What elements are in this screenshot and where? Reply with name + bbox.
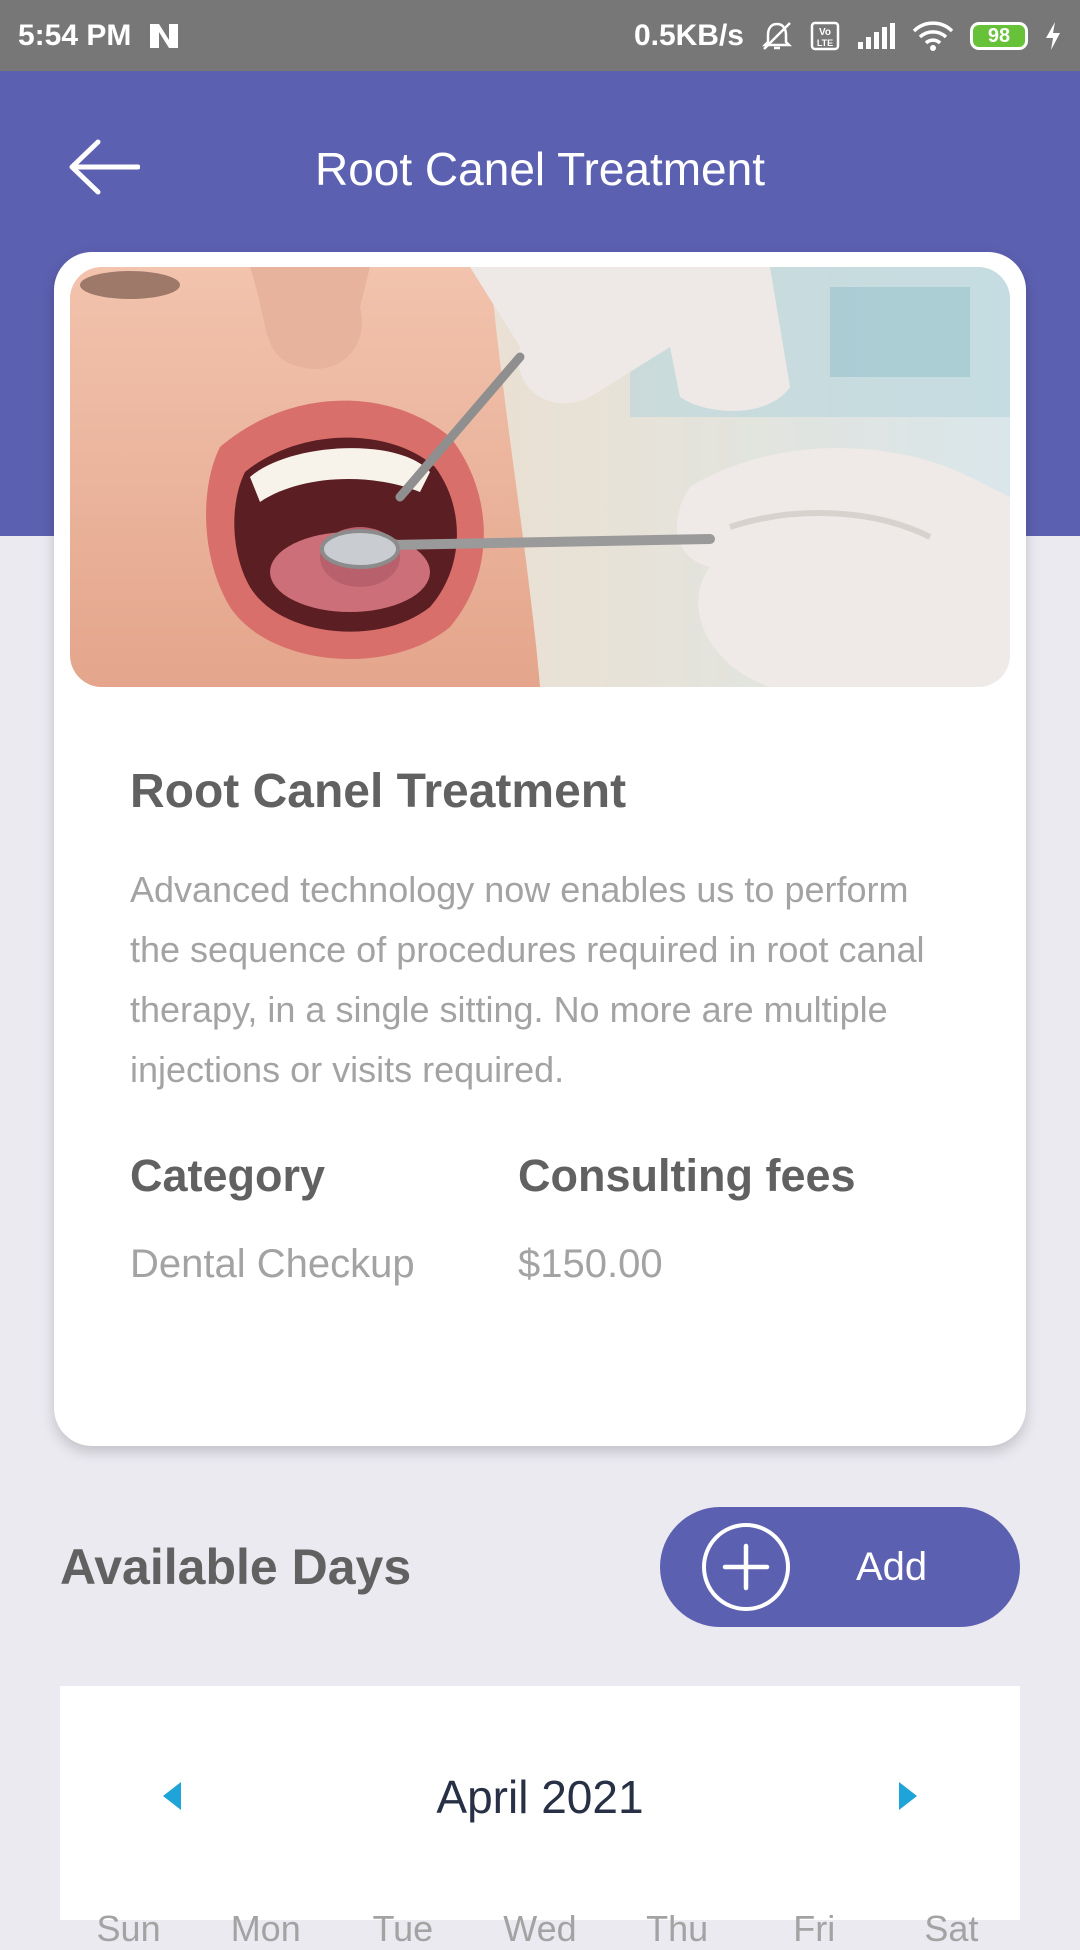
back-button[interactable]: [66, 131, 142, 207]
n-logo-icon: [147, 21, 181, 51]
calendar-prev-button[interactable]: [142, 1768, 202, 1828]
service-image: [70, 267, 1010, 687]
weekday-header: Sun Mon Tue Wed Thu Fri Sat: [60, 1908, 1020, 1950]
mute-icon: [760, 20, 794, 52]
arrow-left-icon: [68, 139, 141, 200]
service-card: Root Canel Treatment Advanced technology…: [54, 252, 1026, 1446]
charging-icon: [1044, 21, 1062, 51]
fees-value: $150.00: [518, 1242, 663, 1286]
category-label: Category: [130, 1150, 326, 1201]
triangle-right-icon: [897, 1780, 919, 1817]
svg-text:LTE: LTE: [817, 38, 833, 48]
status-bar: 5:54 PM 0.5KB/s Vo LTE 98: [0, 0, 1080, 71]
add-button-label: Add: [856, 1544, 928, 1589]
triangle-left-icon: [161, 1780, 183, 1817]
page-title: Root Canel Treatment: [314, 143, 765, 195]
add-day-button[interactable]: Add: [660, 1507, 1020, 1627]
network-speed: 0.5KB/s: [633, 18, 744, 52]
weekday-mon: Mon: [230, 1908, 301, 1949]
available-days-title: Available Days: [60, 1539, 412, 1595]
weekday-sat: Sat: [924, 1908, 979, 1949]
calendar-month-title: April 2021: [436, 1771, 644, 1823]
volte-icon: Vo LTE: [810, 21, 840, 51]
calendar-next-button[interactable]: [878, 1768, 938, 1828]
category-value: Dental Checkup: [130, 1242, 415, 1286]
weekday-sun: Sun: [96, 1908, 161, 1949]
svg-text:Vo: Vo: [819, 27, 831, 38]
service-title: Root Canel Treatment: [130, 765, 627, 818]
signal-icon: [856, 22, 896, 50]
weekday-fri: Fri: [793, 1908, 836, 1949]
plus-circle-icon: [702, 1523, 790, 1611]
fees-label: Consulting fees: [518, 1150, 856, 1201]
calendar: April 2021 Sun Mon Tue Wed Thu Fri Sat: [60, 1686, 1020, 1949]
weekday-wed: Wed: [503, 1908, 577, 1949]
status-time: 5:54 PM: [18, 18, 132, 52]
service-description: Advanced technology now enables us to pe…: [130, 869, 925, 1090]
weekday-thu: Thu: [646, 1908, 709, 1949]
weekday-tue: Tue: [372, 1908, 434, 1949]
battery-icon: 98: [970, 21, 1028, 50]
wifi-icon: [912, 20, 954, 52]
